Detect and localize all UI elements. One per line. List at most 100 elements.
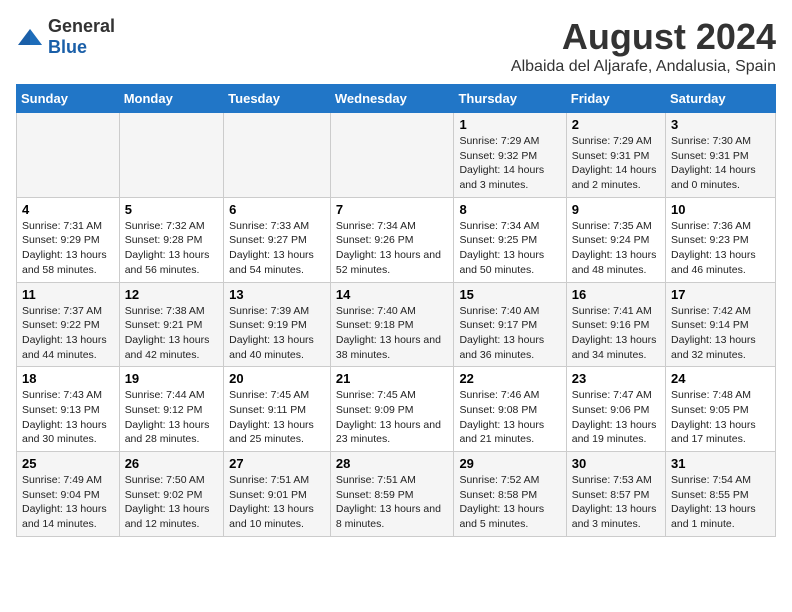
calendar-cell: 10 Sunrise: 7:36 AM Sunset: 9:23 PM Dayli… xyxy=(666,197,776,282)
calendar-cell: 28 Sunrise: 7:51 AM Sunset: 8:59 PM Dayli… xyxy=(330,452,454,537)
cell-info: Sunrise: 7:36 AM Sunset: 9:23 PM Dayligh… xyxy=(671,219,770,278)
cell-info: Sunrise: 7:43 AM Sunset: 9:13 PM Dayligh… xyxy=(22,388,114,447)
calendar-cell: 9Sunrise: 7:35 AM Sunset: 9:24 PM Daylig… xyxy=(566,197,665,282)
calendar-cell: 24Sunrise: 7:48 AM Sunset: 9:05 PM Dayli… xyxy=(666,367,776,452)
calendar-cell: 25 Sunrise: 7:49 AM Sunset: 9:04 PM Dayli… xyxy=(17,452,120,537)
cell-info: Sunrise: 7:49 AM Sunset: 9:04 PM Dayligh… xyxy=(22,473,114,532)
calendar-cell: 4Sunrise: 7:31 AM Sunset: 9:29 PM Daylig… xyxy=(17,197,120,282)
calendar-cell: 18 Sunrise: 7:43 AM Sunset: 9:13 PM Dayli… xyxy=(17,367,120,452)
day-number: 3 xyxy=(671,117,770,132)
calendar-cell: 15Sunrise: 7:40 AM Sunset: 9:17 PM Dayli… xyxy=(454,282,566,367)
day-number: 18 xyxy=(22,371,114,386)
logo-blue: Blue xyxy=(48,37,87,57)
day-number: 8 xyxy=(459,202,560,217)
calendar-cell: 21 Sunrise: 7:45 AM Sunset: 9:09 PM Dayli… xyxy=(330,367,454,452)
day-number: 28 xyxy=(336,456,449,471)
calendar-cell xyxy=(330,113,454,198)
col-header-thursday: Thursday xyxy=(454,85,566,113)
day-number: 19 xyxy=(125,371,218,386)
cell-info: Sunrise: 7:37 AM Sunset: 9:22 PM Dayligh… xyxy=(22,304,114,363)
calendar-cell: 2 Sunrise: 7:29 AM Sunset: 9:31 PM Daylig… xyxy=(566,113,665,198)
cell-info: Sunrise: 7:51 AM Sunset: 9:01 PM Dayligh… xyxy=(229,473,325,532)
calendar-cell: 23Sunrise: 7:47 AM Sunset: 9:06 PM Dayli… xyxy=(566,367,665,452)
logo-text: General Blue xyxy=(48,16,115,58)
cell-info: Sunrise: 7:29 AM Sunset: 9:31 PM Dayligh… xyxy=(572,134,660,193)
week-row-3: 11 Sunrise: 7:37 AM Sunset: 9:22 PM Dayli… xyxy=(17,282,776,367)
cell-info: Sunrise: 7:33 AM Sunset: 9:27 PM Dayligh… xyxy=(229,219,325,278)
week-row-2: 4Sunrise: 7:31 AM Sunset: 9:29 PM Daylig… xyxy=(17,197,776,282)
logo-icon xyxy=(16,27,44,47)
week-row-1: 1 Sunrise: 7:29 AM Sunset: 9:32 PM Daylig… xyxy=(17,113,776,198)
day-number: 16 xyxy=(572,287,660,302)
col-header-tuesday: Tuesday xyxy=(224,85,331,113)
cell-info: Sunrise: 7:52 AM Sunset: 8:58 PM Dayligh… xyxy=(459,473,560,532)
title-area: August 2024 Albaida del Aljarafe, Andalu… xyxy=(511,16,776,76)
cell-info: Sunrise: 7:31 AM Sunset: 9:29 PM Dayligh… xyxy=(22,219,114,278)
day-number: 31 xyxy=(671,456,770,471)
calendar-cell xyxy=(17,113,120,198)
main-title: August 2024 xyxy=(511,16,776,58)
day-number: 7 xyxy=(336,202,449,217)
col-header-monday: Monday xyxy=(119,85,223,113)
calendar-cell xyxy=(224,113,331,198)
cell-info: Sunrise: 7:39 AM Sunset: 9:19 PM Dayligh… xyxy=(229,304,325,363)
calendar-cell: 29 Sunrise: 7:52 AM Sunset: 8:58 PM Dayli… xyxy=(454,452,566,537)
day-number: 1 xyxy=(459,117,560,132)
calendar-cell: 8Sunrise: 7:34 AM Sunset: 9:25 PM Daylig… xyxy=(454,197,566,282)
day-number: 13 xyxy=(229,287,325,302)
col-header-saturday: Saturday xyxy=(666,85,776,113)
calendar-cell: 31 Sunrise: 7:54 AM Sunset: 8:55 PM Dayli… xyxy=(666,452,776,537)
cell-info: Sunrise: 7:42 AM Sunset: 9:14 PM Dayligh… xyxy=(671,304,770,363)
logo-general: General xyxy=(48,16,115,36)
cell-info: Sunrise: 7:46 AM Sunset: 9:08 PM Dayligh… xyxy=(459,388,560,447)
calendar-cell: 19 Sunrise: 7:44 AM Sunset: 9:12 PM Dayli… xyxy=(119,367,223,452)
logo: General Blue xyxy=(16,16,115,58)
day-number: 23 xyxy=(572,371,660,386)
calendar-cell: 26Sunrise: 7:50 AM Sunset: 9:02 PM Dayli… xyxy=(119,452,223,537)
day-number: 11 xyxy=(22,287,114,302)
cell-info: Sunrise: 7:34 AM Sunset: 9:26 PM Dayligh… xyxy=(336,219,449,278)
day-number: 17 xyxy=(671,287,770,302)
day-number: 21 xyxy=(336,371,449,386)
day-number: 14 xyxy=(336,287,449,302)
cell-info: Sunrise: 7:51 AM Sunset: 8:59 PM Dayligh… xyxy=(336,473,449,532)
header-row: SundayMondayTuesdayWednesdayThursdayFrid… xyxy=(17,85,776,113)
cell-info: Sunrise: 7:50 AM Sunset: 9:02 PM Dayligh… xyxy=(125,473,218,532)
calendar-cell: 14 Sunrise: 7:40 AM Sunset: 9:18 PM Dayli… xyxy=(330,282,454,367)
cell-info: Sunrise: 7:29 AM Sunset: 9:32 PM Dayligh… xyxy=(459,134,560,193)
cell-info: Sunrise: 7:40 AM Sunset: 9:18 PM Dayligh… xyxy=(336,304,449,363)
cell-info: Sunrise: 7:44 AM Sunset: 9:12 PM Dayligh… xyxy=(125,388,218,447)
calendar-cell: 20Sunrise: 7:45 AM Sunset: 9:11 PM Dayli… xyxy=(224,367,331,452)
day-number: 5 xyxy=(125,202,218,217)
day-number: 2 xyxy=(572,117,660,132)
day-number: 22 xyxy=(459,371,560,386)
cell-info: Sunrise: 7:30 AM Sunset: 9:31 PM Dayligh… xyxy=(671,134,770,193)
col-header-friday: Friday xyxy=(566,85,665,113)
day-number: 20 xyxy=(229,371,325,386)
day-number: 27 xyxy=(229,456,325,471)
day-number: 29 xyxy=(459,456,560,471)
calendar-cell: 5 Sunrise: 7:32 AM Sunset: 9:28 PM Daylig… xyxy=(119,197,223,282)
cell-info: Sunrise: 7:35 AM Sunset: 9:24 PM Dayligh… xyxy=(572,219,660,278)
calendar-cell: 13 Sunrise: 7:39 AM Sunset: 9:19 PM Dayli… xyxy=(224,282,331,367)
cell-info: Sunrise: 7:54 AM Sunset: 8:55 PM Dayligh… xyxy=(671,473,770,532)
day-number: 10 xyxy=(671,202,770,217)
day-number: 25 xyxy=(22,456,114,471)
calendar-cell: 27 Sunrise: 7:51 AM Sunset: 9:01 PM Dayli… xyxy=(224,452,331,537)
day-number: 30 xyxy=(572,456,660,471)
calendar-cell: 12Sunrise: 7:38 AM Sunset: 9:21 PM Dayli… xyxy=(119,282,223,367)
cell-info: Sunrise: 7:32 AM Sunset: 9:28 PM Dayligh… xyxy=(125,219,218,278)
calendar-cell: 16 Sunrise: 7:41 AM Sunset: 9:16 PM Dayli… xyxy=(566,282,665,367)
cell-info: Sunrise: 7:45 AM Sunset: 9:09 PM Dayligh… xyxy=(336,388,449,447)
col-header-sunday: Sunday xyxy=(17,85,120,113)
subtitle: Albaida del Aljarafe, Andalusia, Spain xyxy=(511,58,776,76)
week-row-4: 18 Sunrise: 7:43 AM Sunset: 9:13 PM Dayli… xyxy=(17,367,776,452)
cell-info: Sunrise: 7:41 AM Sunset: 9:16 PM Dayligh… xyxy=(572,304,660,363)
calendar-cell: 17 Sunrise: 7:42 AM Sunset: 9:14 PM Dayli… xyxy=(666,282,776,367)
page-header: General Blue August 2024 Albaida del Alj… xyxy=(16,16,776,76)
week-row-5: 25 Sunrise: 7:49 AM Sunset: 9:04 PM Dayli… xyxy=(17,452,776,537)
calendar-cell xyxy=(119,113,223,198)
cell-info: Sunrise: 7:38 AM Sunset: 9:21 PM Dayligh… xyxy=(125,304,218,363)
calendar-cell: 7 Sunrise: 7:34 AM Sunset: 9:26 PM Daylig… xyxy=(330,197,454,282)
day-number: 24 xyxy=(671,371,770,386)
